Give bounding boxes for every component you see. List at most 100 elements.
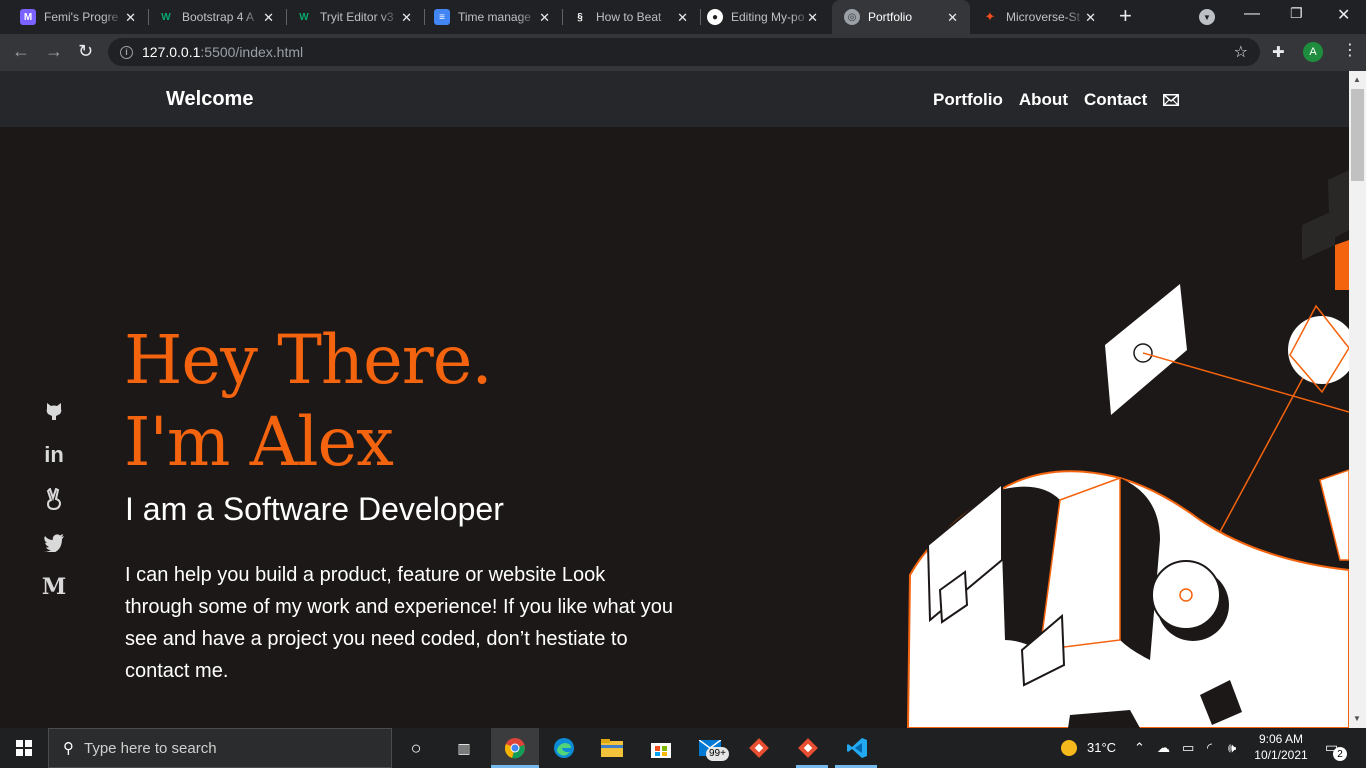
w3schools-icon: W — [299, 11, 309, 23]
tab-title: Portfolio — [868, 10, 913, 24]
hero-line-1: Hey There. — [124, 321, 493, 399]
battery-icon[interactable]: ▭ — [1182, 740, 1194, 756]
tab-title: Editing My-po — [731, 10, 805, 24]
tab-title: Bootstrap 4 A — [182, 10, 255, 24]
volume-icon[interactable]: 🕪 — [1228, 740, 1236, 756]
tab-bootstrap[interactable]: W Bootstrap 4 A ✕ — [148, 0, 286, 34]
nav-link-about[interactable]: About — [1019, 90, 1068, 110]
google-docs-icon: ≡ — [434, 9, 450, 25]
notification-count: 2 — [1333, 747, 1347, 761]
weather-temperature[interactable]: 31°C — [1087, 740, 1116, 755]
tab-how-to-beat[interactable]: § How to Beat ✕ — [562, 0, 700, 34]
hero-line-2: I'm Alex — [124, 403, 394, 481]
w3schools-icon: W — [161, 11, 171, 23]
twitter-icon[interactable] — [41, 530, 67, 556]
minimize-icon[interactable]: — — [1244, 5, 1260, 23]
close-icon[interactable]: ✕ — [539, 10, 550, 26]
close-icon[interactable]: ✕ — [807, 10, 818, 26]
wifi-icon[interactable]: ◜ — [1207, 740, 1212, 756]
search-icon: ⚲ — [63, 740, 74, 757]
onedrive-cloud-icon[interactable]: ☁ — [1157, 740, 1170, 756]
close-icon[interactable]: ✕ — [1085, 10, 1096, 26]
close-icon[interactable]: ✕ — [125, 10, 136, 26]
close-window-icon[interactable]: ✕ — [1337, 5, 1350, 25]
hero-heading: Hey There. I'm Alex — [124, 319, 493, 483]
restore-icon[interactable]: ❐ — [1290, 5, 1303, 22]
tab-title: Femi's Progre — [44, 10, 119, 24]
portfolio-page: Welcome Portfolio About Contact in M Hey… — [0, 71, 1349, 728]
menu-kebab-icon[interactable]: ⋮ — [1342, 40, 1358, 60]
system-clock[interactable]: 9:06 AM 10/1/2021 — [1254, 731, 1308, 763]
site-nav-links: Portfolio About Contact — [933, 90, 1180, 110]
hero-subtitle: I am a Software Developer — [125, 491, 504, 527]
squarespace-icon: § — [577, 11, 583, 23]
tab-femis-progress[interactable]: M Femi's Progre ✕ — [10, 0, 148, 34]
angellist-icon[interactable] — [41, 486, 67, 512]
github-icon: ● — [707, 9, 723, 25]
clock-date: 10/1/2021 — [1254, 748, 1308, 762]
site-info-icon[interactable]: i — [120, 45, 133, 59]
tab-title: How to Beat — [596, 10, 662, 24]
tab-title: Microverse-St — [1006, 10, 1081, 24]
mail-badge: 99+ — [706, 747, 729, 761]
back-arrow-icon[interactable]: ← — [12, 41, 30, 61]
close-icon[interactable]: ✕ — [263, 10, 274, 26]
tab-title: Time manage — [458, 10, 531, 24]
bookmark-star-icon[interactable]: ☆ — [1234, 42, 1248, 62]
profile-avatar[interactable]: A — [1303, 42, 1323, 62]
address-bar[interactable]: i 127.0.0.1:5500/index.html ☆ — [108, 38, 1260, 66]
browser-tab-strip: M Femi's Progre ✕ W Bootstrap 4 A ✕ W Tr… — [0, 0, 1366, 34]
close-icon[interactable]: ✕ — [401, 10, 412, 26]
git-icon-2[interactable] — [796, 736, 820, 760]
site-navbar: Welcome Portfolio About Contact — [0, 71, 1349, 127]
url-host: 127.0.0.1 — [142, 44, 201, 60]
edge-icon[interactable] — [552, 736, 576, 760]
git-icon[interactable] — [747, 736, 771, 760]
vscode-icon[interactable] — [845, 736, 869, 760]
nav-link-contact[interactable]: Contact — [1084, 90, 1147, 110]
close-icon[interactable]: ✕ — [947, 10, 958, 26]
mail-icon[interactable] — [1163, 94, 1180, 106]
linkedin-icon[interactable]: in — [41, 442, 67, 468]
tab-portfolio[interactable]: ◎ Portfolio ✕ — [832, 0, 970, 34]
site-brand[interactable]: Welcome — [166, 88, 253, 111]
forward-arrow-icon[interactable]: → — [45, 41, 63, 61]
file-explorer-icon[interactable] — [600, 736, 624, 760]
scroll-down-arrow-icon[interactable]: ▼ — [1353, 714, 1361, 723]
taskbar-search-box[interactable]: ⚲ Type here to search — [48, 728, 392, 768]
windows-taskbar: ⚲ Type here to search ○ ▥ 99+ 31°C ⌃ ☁ ▭… — [0, 728, 1366, 768]
weather-sun-icon[interactable] — [1060, 739, 1078, 760]
scrollbar-thumb[interactable] — [1351, 89, 1364, 181]
tab-title: Tryit Editor v3 — [320, 10, 394, 24]
chrome-icon[interactable] — [503, 736, 527, 760]
store-icon[interactable] — [649, 736, 673, 760]
reload-icon[interactable]: ↻ — [78, 41, 93, 61]
url-path: :5500/index.html — [200, 44, 304, 60]
extensions-puzzle-icon[interactable]: ✚ — [1272, 43, 1285, 61]
task-view-icon[interactable]: ▥ — [452, 736, 476, 760]
clock-time: 9:06 AM — [1258, 732, 1304, 746]
tab-editing-github[interactable]: ● Editing My-po ✕ — [700, 0, 830, 34]
hero-intro: I can help you build a product, feature … — [125, 564, 674, 682]
nav-link-portfolio[interactable]: Portfolio — [933, 90, 1003, 110]
new-tab-button[interactable]: + — [1119, 5, 1132, 27]
scroll-up-arrow-icon[interactable]: ▲ — [1353, 75, 1361, 84]
tab-search-icon[interactable]: ▼ — [1199, 9, 1215, 25]
github-icon[interactable] — [41, 398, 67, 424]
browser-toolbar: ← → ↻ i 127.0.0.1:5500/index.html ☆ — [0, 34, 1366, 71]
close-icon[interactable]: ✕ — [677, 10, 688, 26]
figma-icon: ✦ — [984, 9, 996, 24]
cortana-icon[interactable]: ○ — [404, 736, 428, 760]
tab-tryit-editor[interactable]: W Tryit Editor v3 ✕ — [286, 0, 424, 34]
globe-icon: ◎ — [844, 9, 860, 25]
hero-illustration — [906, 170, 1349, 728]
page-scrollbar[interactable]: ▲ ▼ — [1349, 71, 1366, 728]
search-placeholder: Type here to search — [84, 739, 217, 757]
windows-start-icon[interactable] — [16, 740, 32, 756]
purple-m-icon: M — [20, 9, 36, 25]
chevron-up-icon[interactable]: ⌃ — [1134, 740, 1145, 756]
url-text: 127.0.0.1:5500/index.html — [142, 44, 303, 60]
tab-microverse[interactable]: ✦ Microverse-St ✕ — [970, 0, 1108, 34]
tab-time-management[interactable]: ≡ Time manage ✕ — [424, 0, 562, 34]
medium-icon[interactable]: M — [41, 574, 67, 600]
